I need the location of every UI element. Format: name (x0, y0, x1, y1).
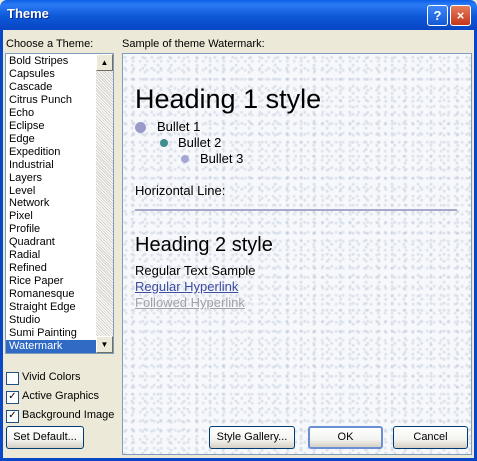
theme-listbox[interactable]: Bold Stripes Capsules Cascade Citrus Punch E… (5, 53, 114, 354)
theme-list-item[interactable]: Echo (6, 107, 97, 120)
bullet-2-icon (160, 139, 168, 147)
choose-theme-label: Choose a Theme: (6, 38, 94, 50)
theme-list-item[interactable]: Layers (6, 172, 97, 185)
background-image-label: Background Image (22, 409, 115, 421)
active-graphics-box[interactable]: ✓ (6, 391, 19, 404)
set-default-button[interactable]: Set Default... (6, 426, 84, 449)
horizontal-line (135, 209, 457, 211)
active-graphics-label: Active Graphics (22, 390, 100, 402)
scroll-down-button[interactable]: ▼ (96, 336, 113, 353)
followed-hyperlink[interactable]: Followed Hyperlink (135, 295, 245, 310)
preview-heading-1: Heading 1 style (135, 84, 322, 114)
theme-list-item[interactable]: Straight Edge (6, 301, 97, 314)
theme-list-item[interactable]: Studio (6, 314, 97, 327)
bullet-2: Bullet 2 (178, 135, 222, 150)
background-image-box[interactable]: ✓ (6, 410, 19, 423)
bullet-3-icon (181, 155, 189, 163)
theme-list-item[interactable]: Edge (6, 133, 97, 146)
theme-list-item[interactable]: Romanesque (6, 288, 97, 301)
theme-list-item[interactable]: Quadrant (6, 236, 97, 249)
preview-heading-2: Heading 2 style (135, 234, 273, 256)
theme-list-item[interactable]: Rice Paper (6, 275, 97, 288)
style-gallery-button[interactable]: Style Gallery... (209, 426, 295, 449)
theme-list-item[interactable]: Expedition (6, 146, 97, 159)
close-button[interactable]: × (450, 5, 471, 26)
theme-list-item[interactable]: Eclipse (6, 120, 97, 133)
regular-text-sample: Regular Text Sample (135, 263, 256, 278)
title-bar: Theme ? × (0, 0, 477, 30)
theme-list-item[interactable]: Sumi Painting (6, 327, 97, 340)
theme-preview: Heading 1 style Bullet 1 Bullet 2 Bullet… (122, 53, 472, 455)
bullet-1-icon (135, 122, 146, 133)
bullet-1: Bullet 1 (157, 119, 201, 134)
sample-label: Sample of theme Watermark: (122, 38, 265, 50)
vertical-scrollbar[interactable]: ▲ ▼ (96, 54, 113, 353)
window-title: Theme (7, 6, 49, 21)
cancel-button[interactable]: Cancel (393, 426, 468, 449)
bullet-3: Bullet 3 (200, 151, 244, 166)
vivid-colors-box[interactable] (6, 372, 19, 385)
theme-list-item[interactable]: Watermark (6, 339, 97, 353)
scroll-up-button[interactable]: ▲ (96, 54, 113, 71)
ok-button[interactable]: OK (308, 426, 383, 449)
vivid-colors-label: Vivid Colors (22, 371, 81, 383)
theme-list-item[interactable]: Industrial (6, 159, 97, 172)
theme-list-item[interactable]: Bold Stripes (6, 55, 97, 68)
theme-list-item[interactable]: Refined (6, 262, 97, 275)
help-button[interactable]: ? (427, 5, 448, 26)
theme-list-item[interactable]: Pixel (6, 210, 97, 223)
theme-list-item[interactable]: Radial (6, 249, 97, 262)
horizontal-line-label: Horizontal Line: (135, 183, 226, 198)
theme-list-item[interactable]: Cascade (6, 81, 97, 94)
theme-list-item[interactable]: Level (6, 185, 97, 198)
theme-list-item[interactable]: Citrus Punch (6, 94, 97, 107)
theme-list-item[interactable]: Profile (6, 223, 97, 236)
scroll-track[interactable] (96, 71, 113, 336)
theme-list-item[interactable]: Capsules (6, 68, 97, 81)
theme-list: Bold Stripes Capsules Cascade Citrus Punch E… (6, 55, 97, 353)
theme-list-item[interactable]: Network (6, 197, 97, 210)
regular-hyperlink[interactable]: Regular Hyperlink (135, 279, 238, 294)
